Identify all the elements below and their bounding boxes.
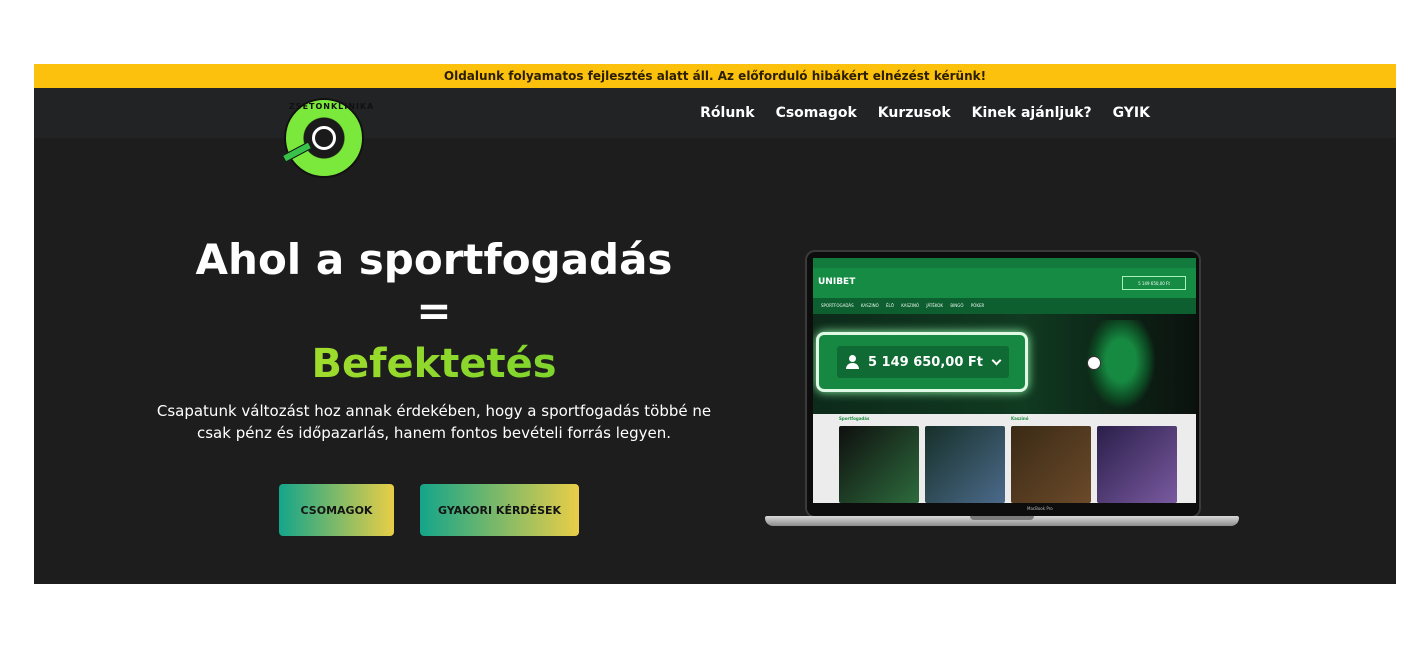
hero-title: Ahol a sportfogadás <box>195 235 673 284</box>
unibet-logo: UNIBET <box>818 277 856 287</box>
balance-highlight-box: 5 149 650,00 Ft <box>816 332 1028 392</box>
hero-section: Ahol a sportfogadás = Befektetés Csapatu… <box>34 138 1396 584</box>
nav-item-rolunk[interactable]: Rólunk <box>700 105 754 121</box>
page-frame: Oldalunk folyamatos fejlesztés alatt áll… <box>34 64 1396 584</box>
logo-stick-icon <box>281 141 313 163</box>
balance-amount: 5 149 650,00 Ft <box>867 354 984 370</box>
section-label-casino: Kaszinó <box>1011 416 1029 421</box>
balance-pill: 5 149 650,00 Ft <box>837 346 1009 378</box>
development-notice-banner: Oldalunk folyamatos fejlesztés alatt áll… <box>34 64 1396 88</box>
logo-text: ZSETONKLINIKA <box>289 102 375 111</box>
sport-tile-1 <box>839 426 919 503</box>
casino-tile-2 <box>1097 426 1177 503</box>
unibet-banner: 5 149 650,00 Ft <box>813 314 1196 414</box>
laptop-screen: UNIBET 5 149 650,00 Ft SPORTFOGADÁS KASZ… <box>805 250 1201 518</box>
unibet-lower-section: Sportfogadás Kaszinó <box>839 416 1179 503</box>
top-navigation-bar: ZSETONKLINIKA Rólunk Csomagok Kurzusok K… <box>34 88 1396 178</box>
zsetonklinika-logo[interactable]: ZSETONKLINIKA <box>281 98 375 178</box>
unibet-account-balance-small: 5 149 650,00 Ft <box>1122 276 1186 290</box>
unibet-top-strip <box>813 258 1196 268</box>
chevron-down-icon <box>991 355 1002 365</box>
unibet-screenshot: UNIBET 5 149 650,00 Ft SPORTFOGADÁS KASZ… <box>813 258 1196 503</box>
sport-tile-2 <box>925 426 1005 503</box>
unibet-header: UNIBET 5 149 650,00 Ft <box>813 268 1196 298</box>
user-icon <box>845 355 859 369</box>
casino-tile-1 <box>1011 426 1091 503</box>
hero-equals-sign: = <box>416 286 452 335</box>
section-label-sport: Sportfogadás <box>839 416 870 421</box>
football-icon <box>1087 356 1101 370</box>
faq-button[interactable]: GYAKORI KÉRDÉSEK <box>420 484 579 536</box>
device-label: MacBook Pro <box>1027 506 1053 511</box>
nav-item-kurzusok[interactable]: Kurzusok <box>878 105 951 121</box>
poker-chip-icon <box>312 126 336 150</box>
hero-highlight: Befektetés <box>174 338 694 390</box>
main-nav: Rólunk Csomagok Kurzusok Kinek ajánljuk?… <box>700 88 1150 138</box>
hero-subtitle: Csapatunk változást hoz annak érdekében,… <box>156 402 712 442</box>
nav-item-csomagok[interactable]: Csomagok <box>776 105 857 121</box>
nav-item-kinek-ajanljuk[interactable]: Kinek ajánljuk? <box>972 105 1092 121</box>
laptop-mockup: UNIBET 5 149 650,00 Ft SPORTFOGADÁS KASZ… <box>765 250 1239 540</box>
nav-item-gyik[interactable]: GYIK <box>1113 105 1150 121</box>
packages-button[interactable]: CSOMAGOK <box>279 484 394 536</box>
unibet-menu: SPORTFOGADÁS KASZINÓ ÉLŐ KASZINÓ JÁTÉKOK… <box>813 298 1196 314</box>
laptop-notch <box>970 516 1034 520</box>
